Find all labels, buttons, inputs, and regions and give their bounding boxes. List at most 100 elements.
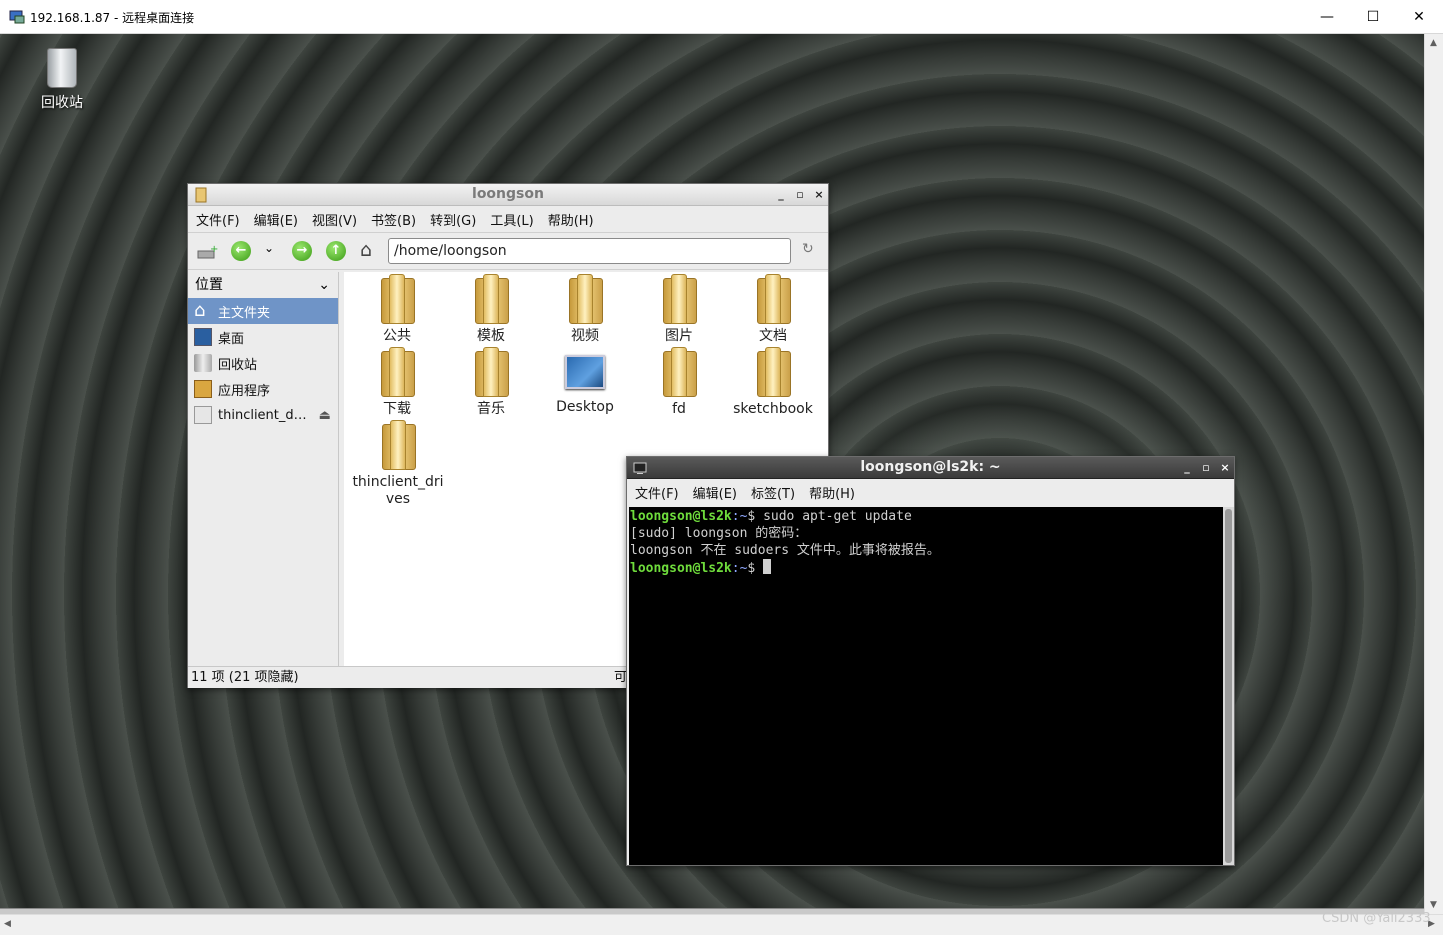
prompt-path: :~ [731,561,748,576]
folder-label: Desktop [556,399,614,415]
terminal-scroll-thumb[interactable] [1225,509,1232,863]
folder-item-documents[interactable]: 文档 [728,274,818,345]
drive-icon [194,406,212,424]
fm-menu-file[interactable]: 文件(F) [196,210,240,229]
rdp-minimize-button[interactable]: — [1304,0,1350,34]
folder-icon [755,274,791,324]
folder-label: 公共 [383,328,411,344]
eject-icon[interactable]: ⏏ [319,408,331,423]
prompt-path: :~ [731,509,748,524]
new-tab-icon[interactable]: + [196,243,218,261]
folder-label: 视频 [571,328,599,344]
term-close-button[interactable]: × [1218,457,1232,479]
fm-menu-help[interactable]: 帮助(H) [548,210,594,229]
fm-menu-bookmarks[interactable]: 书签(B) [371,210,416,229]
term-menu-file[interactable]: 文件(F) [635,483,679,502]
forward-icon[interactable]: → [292,241,312,261]
terminal-cursor [763,559,772,574]
file-manager-title: loongson [472,186,544,202]
folder-icon [473,347,509,397]
desktop-folder-icon [565,355,605,389]
prompt-user: loongson@ls2k [630,561,732,576]
trash-icon [194,354,212,372]
fm-minimize-button[interactable]: _ [774,184,788,206]
desktop-trash[interactable]: 回收站 [30,48,94,112]
scroll-left-icon[interactable]: ◀ [4,919,11,929]
folder-item-pictures[interactable]: 图片 [634,274,724,345]
term-menu-tabs[interactable]: 标签(T) [751,483,795,502]
folder-item-downloads[interactable]: 下载 [352,347,442,418]
terminal-output[interactable]: loongson@ls2k:~$ sudo apt-get update [su… [629,507,1223,865]
rdp-close-button[interactable]: ✕ [1396,0,1442,34]
terminal-command: sudo apt-get update [763,509,912,524]
up-icon[interactable]: ↑ [326,241,346,261]
desktop-icon [194,328,212,346]
back-icon[interactable]: ← [231,241,251,261]
folder-item-sketchbook[interactable]: sketchbook [728,347,818,418]
terminal-title: loongson@ls2k: ~ [860,459,1001,475]
folder-icon [379,347,415,397]
fm-menu-view[interactable]: 视图(V) [312,210,357,229]
sidebar-item-home[interactable]: ⌂ 主文件夹 [188,298,338,324]
prompt-symbol: $ [747,509,764,524]
scroll-down-icon[interactable]: ▼ [1430,900,1437,910]
rdp-vertical-scrollbar[interactable]: ▲ ▼ [1424,34,1443,914]
terminal-line: loongson@ls2k:~$ sudo apt-get update [630,508,1223,525]
sidebar-item-desktop[interactable]: 桌面 [188,324,338,350]
terminal-window: loongson@ls2k: ~ _ ▫ × 文件(F) 编辑(E) 标签(T)… [626,456,1235,866]
svg-text:+: + [210,244,218,255]
folder-label: 下载 [383,401,411,417]
rdp-title-bar: 192.168.1.87 - 远程桌面连接 — ☐ ✕ [0,0,1443,34]
term-maximize-button[interactable]: ▫ [1199,457,1213,479]
folder-label: 模板 [477,328,505,344]
folder-item-desktop[interactable]: Desktop [540,347,630,416]
folder-item-music[interactable]: 音乐 [446,347,536,418]
terminal-menubar: 文件(F) 编辑(E) 标签(T) 帮助(H) [627,479,1234,505]
applications-icon [194,380,212,398]
sidebar-item-thinclient[interactable]: thinclient_d… ⏏ [188,402,338,428]
folder-item-videos[interactable]: 视频 [540,274,630,345]
folder-item-thinclient-drives[interactable]: thinclient_drives [352,420,444,508]
folder-icon [380,420,416,470]
folder-label: 音乐 [477,401,505,417]
places-header[interactable]: 位置 ⌄ [188,272,338,298]
sidebar-item-label: 主文件夹 [218,305,271,321]
watermark: CSDN @Yali2333 [1322,911,1431,926]
folder-label: fd [672,401,686,417]
fm-maximize-button[interactable]: ▫ [793,184,807,206]
folder-icon [473,274,509,324]
folder-item-templates[interactable]: 模板 [446,274,536,345]
folder-label: thinclient_drives [352,474,444,507]
folder-icon [195,187,207,203]
rdp-horizontal-scrollbar[interactable]: ◀ ▶ [0,914,1443,935]
rdp-maximize-button[interactable]: ☐ [1350,0,1396,34]
scroll-up-icon[interactable]: ▲ [1430,38,1437,48]
sidebar-item-applications[interactable]: 应用程序 [188,376,338,402]
folder-icon [755,347,791,397]
prompt-symbol: $ [747,561,764,576]
terminal-scrollbar[interactable] [1223,507,1234,865]
folder-item-fd[interactable]: fd [634,347,724,418]
terminal-line: loongson 不在 sudoers 文件中。此事将被报告。 [630,543,940,558]
terminal-titlebar[interactable]: loongson@ls2k: ~ _ ▫ × [627,457,1234,479]
places-header-label: 位置 [195,277,223,293]
status-text: 11 项 (21 项隐藏) [191,670,299,685]
terminal-icon [633,462,647,474]
fm-menu-go[interactable]: 转到(G) [430,210,476,229]
fm-close-button[interactable]: × [812,184,826,206]
go-icon[interactable]: ↻ [802,241,814,257]
file-manager-titlebar[interactable]: loongson _ ▫ × [188,184,828,206]
history-dropdown-icon[interactable]: ⌄ [264,241,274,255]
term-menu-help[interactable]: 帮助(H) [809,483,855,502]
home-icon[interactable]: ⌂ [360,239,372,261]
chevron-down-icon[interactable]: ⌄ [318,272,330,298]
term-minimize-button[interactable]: _ [1180,457,1194,479]
folder-item-public[interactable]: 公共 [352,274,442,345]
term-menu-edit[interactable]: 编辑(E) [693,483,737,502]
fm-menu-tools[interactable]: 工具(L) [490,210,533,229]
fm-menu-edit[interactable]: 编辑(E) [254,210,298,229]
sidebar-item-label: 回收站 [218,357,258,373]
folder-icon [661,274,697,324]
sidebar-item-trash[interactable]: 回收站 [188,350,338,376]
address-bar[interactable]: /home/loongson [388,238,791,264]
